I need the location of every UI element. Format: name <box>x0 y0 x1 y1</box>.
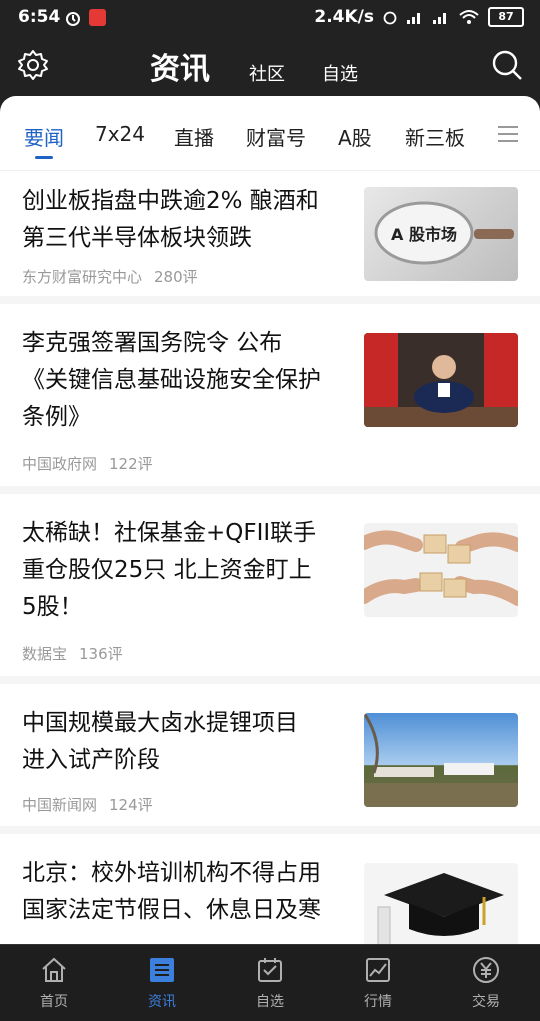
news-title-line: 条例》 <box>22 404 91 430</box>
news-title-line: 《关键信息基础设施安全保护 <box>22 367 321 393</box>
status-time: 6:54 <box>18 7 61 27</box>
news-comments: 280评 <box>154 268 198 286</box>
app-notification-icon <box>89 9 106 26</box>
bottom-tab-label: 自选 <box>256 994 284 1010</box>
yuan-icon <box>473 957 499 983</box>
news-source: 中国政府网 <box>22 455 98 473</box>
news-title-line: 进入试产阶段 <box>22 747 160 773</box>
news-comments: 124评 <box>109 796 153 814</box>
tab-headlines[interactable]: 要闻 <box>24 122 64 151</box>
news-title-line: 第三代半导体板块领跌 <box>22 225 252 251</box>
news-title: 创业板指盘中跌逾2% 酿酒和 第三代半导体板块领跌 <box>22 183 344 257</box>
news-icon <box>150 958 174 982</box>
news-meta: 东方财富研究中心 280评 <box>22 266 198 287</box>
alarm-icon <box>66 12 80 26</box>
bottom-tab-home[interactable]: 首页 <box>0 945 108 1021</box>
thumb-text: A 股市场 <box>391 225 457 244</box>
news-title: 中国规模最大卤水提锂项目 进入试产阶段 <box>22 705 344 779</box>
news-title-line: 中国规模最大卤水提锂项目 <box>22 710 298 736</box>
signal-icon <box>407 13 420 24</box>
news-title: 北京：校外培训机构不得占用 国家法定节假日、休息日及寒 <box>22 855 344 929</box>
bottom-tab-watchlist[interactable]: 自选 <box>216 945 324 1021</box>
tab-neeq[interactable]: 新三板 <box>405 122 465 151</box>
content-panel: 要闻 7x24 直播 财富号 A股 新三板 创业板指盘中跌逾2% 酿酒和 第三代… <box>0 96 540 944</box>
news-thumbnail <box>364 863 518 944</box>
news-item[interactable]: 太稀缺！社保基金+QFII联手 重仓股仅25只 北上资金盯上 5股！ 数据宝 13… <box>0 494 540 684</box>
news-source: 数据宝 <box>22 645 68 663</box>
news-comments: 136评 <box>79 645 123 663</box>
news-meta: 中国新闻网 124评 <box>22 794 153 815</box>
news-meta: 中国政府网 122评 <box>22 453 153 474</box>
news-comments: 122评 <box>109 455 153 473</box>
news-item[interactable]: 北京：校外培训机构不得占用 国家法定节假日、休息日及寒 <box>0 834 540 944</box>
bottom-tab-bar: 首页 资讯 自选 行情 交易 <box>0 944 540 1021</box>
news-title-line: 重仓股仅25只 北上资金盯上 <box>22 557 312 583</box>
nav-community[interactable]: 社区 <box>249 60 285 86</box>
bottom-tab-label: 资讯 <box>148 994 176 1010</box>
bottom-tab-trade[interactable]: 交易 <box>432 945 540 1021</box>
nav-title-news[interactable]: 资讯 <box>150 44 210 88</box>
news-thumbnail <box>364 713 518 807</box>
news-thumbnail <box>364 523 518 617</box>
market-chart-icon <box>366 958 390 982</box>
category-tabs: 要闻 7x24 直播 财富号 A股 新三板 <box>0 96 540 171</box>
bottom-tab-label: 交易 <box>472 994 500 1010</box>
bottom-tab-label: 行情 <box>364 994 392 1010</box>
search-icon[interactable] <box>490 48 524 82</box>
news-title-line: 太稀缺！社保基金+QFII联手 <box>22 520 317 546</box>
news-item[interactable]: 中国规模最大卤水提锂项目 进入试产阶段 中国新闻网 124评 <box>0 684 540 834</box>
signal-icon <box>433 13 446 24</box>
status-right-group: 2.4K/s 87 <box>314 7 524 27</box>
active-tab-indicator <box>35 156 53 159</box>
news-item[interactable]: 李克强签署国务院令 公布 《关键信息基础设施安全保护 条例》 中国政府网 122评 <box>0 304 540 494</box>
news-title-line: 5股！ <box>22 594 83 620</box>
status-bar: 6:54 2.4K/s 87 <box>0 0 540 36</box>
menu-icon[interactable] <box>498 126 518 147</box>
tab-7x24[interactable]: 7x24 <box>95 122 145 146</box>
tab-a-shares[interactable]: A股 <box>338 122 372 151</box>
news-title: 太稀缺！社保基金+QFII联手 重仓股仅25只 北上资金盯上 5股！ <box>22 515 344 626</box>
news-list: 创业板指盘中跌逾2% 酿酒和 第三代半导体板块领跌 东方财富研究中心 280评 A… <box>0 171 540 944</box>
news-title-line: 创业板指盘中跌逾2% 酿酒和 <box>22 188 319 214</box>
nav-watchlist[interactable]: 自选 <box>322 60 358 86</box>
bottom-tab-news[interactable]: 资讯 <box>108 945 216 1021</box>
battery-icon: 87 <box>488 7 524 27</box>
news-title-line: 李克强签署国务院令 公布 <box>22 330 283 356</box>
news-title: 李克强签署国务院令 公布 《关键信息基础设施安全保护 条例》 <box>22 325 344 436</box>
news-source: 中国新闻网 <box>22 796 98 814</box>
watchlist-icon <box>258 958 282 982</box>
news-item[interactable]: 创业板指盘中跌逾2% 酿酒和 第三代半导体板块领跌 东方财富研究中心 280评 A… <box>0 171 540 304</box>
news-meta: 数据宝 136评 <box>22 643 123 664</box>
bottom-tab-market[interactable]: 行情 <box>324 945 432 1021</box>
bottom-tab-label: 首页 <box>40 994 68 1010</box>
news-thumbnail <box>364 333 518 427</box>
home-icon <box>42 957 66 982</box>
news-thumbnail: A 股市场 <box>364 187 518 281</box>
gear-icon[interactable] <box>16 48 50 82</box>
tab-live[interactable]: 直播 <box>174 122 214 151</box>
news-title-line: 北京：校外培训机构不得占用 <box>22 860 321 886</box>
tab-wealth[interactable]: 财富号 <box>246 122 306 151</box>
alarm-icon <box>383 11 397 25</box>
news-source: 东方财富研究中心 <box>22 268 143 286</box>
top-navigation: 资讯 社区 自选 <box>0 36 540 96</box>
wifi-icon <box>459 10 479 24</box>
news-title-line: 国家法定节假日、休息日及寒 <box>22 897 321 923</box>
network-speed: 2.4K/s <box>314 7 374 27</box>
